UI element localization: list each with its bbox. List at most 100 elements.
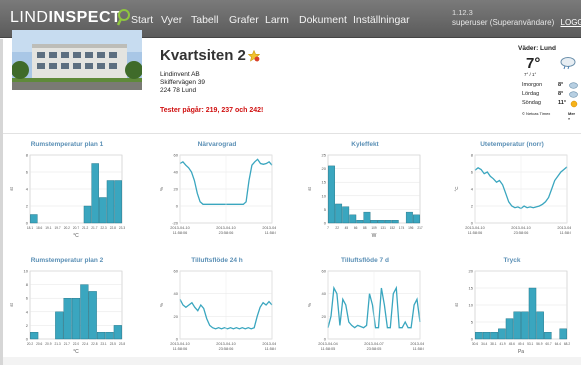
nav-larm[interactable]: Larm [265,14,289,26]
chart-utetemperatur[interactable]: Utetemperatur (norr) 0 2 4 6 8 °C 2013-04-10 11… [453,141,571,241]
y-tick-label: 0 [324,337,327,342]
logo-bold-text: INSPECT [48,9,122,26]
chart-svg: 0 5 10 15 20 25 st 7 22 45 66 88 109 131 152 174 196 217 W [307,153,423,240]
forecast-day: Lördag [522,91,540,97]
x-tick-label: 21.7 [64,342,70,346]
histogram-bar [559,328,567,340]
y-tick-label: 10 [469,303,474,308]
chart-svg: 0 2 4 6 8 10 st 20.2 20.6 20.9 21.3 21.7 22.0 22.4 22.… [9,269,125,356]
x-tick-label: 2013-04-10 [511,226,530,230]
nav-installningar[interactable]: Inställningar [353,14,410,26]
y-tick-label: 60 [174,269,179,274]
y-tick-label: 10 [322,193,327,198]
x-tick-label: 22.8 [110,226,116,230]
histogram-bar [328,165,335,224]
chart-tilluftsflode-24h[interactable]: Tilluftsflöde 24 h 0 20 40 60% 2013-04-10 11:… [158,257,276,357]
y-tick-label: 20 [322,314,327,319]
nav-vyer[interactable]: Vyer [161,14,182,26]
app-logo[interactable]: LINDINSPECT [10,9,121,27]
x-tick-time-label: 23:58:05 [367,347,382,351]
weather-more-link[interactable]: Mer » [568,111,575,121]
y-tick-label: 0 [324,221,327,226]
histogram-bar [71,298,81,340]
forecast-temp: 8° [558,91,564,97]
y-tick-label: 10 [24,269,29,274]
nav-grafer[interactable]: Grafer [229,14,259,26]
test-status-message: Tester pågår: 219, 237 och 242! [160,107,264,114]
chart-svg: 02468°C2013-04-1011:58:062013-04-1023:58… [454,153,571,236]
chart-tilluftsflode-7d[interactable]: Tilluftsflöde 7 d 0 20 40 60% 2013-04-04 11:5… [306,257,424,357]
y-tick-label: 20 [174,187,179,192]
histogram-bar [30,331,39,340]
x-tick-label: 23.3 [119,226,125,230]
y-tick-label: 5 [324,207,327,212]
logout-link[interactable]: LOGGA UT [561,18,581,27]
x-tick-label: 2013-04-11 [262,226,276,230]
forecast-row: Söndag 11° [522,100,578,108]
chart-rumstemperatur-plan-2[interactable]: Rumstemperatur plan 2 0 2 4 6 8 10st 20.2 20.6 2… [8,257,126,357]
y-axis-label: st [454,303,459,307]
x-tick-label: 2013-04-10 [216,226,235,230]
histogram-bar [498,328,506,340]
forecast-temp: 8° [558,82,564,88]
building-photo [12,30,142,90]
y-tick-label: 0 [471,337,474,342]
y-tick-label: 60 [174,153,179,158]
x-tick-label: 131 [381,226,387,230]
y-tick-label: 15 [469,286,474,291]
address-line: Skiffervägen 39 [160,79,206,86]
y-axis-label: st [9,303,14,307]
chart-svg: 0204060%2013-04-1011:58:062013-04-1023:5… [159,269,276,352]
x-tick-label: 56.9 [536,342,542,346]
nav-start[interactable]: Start [131,14,153,26]
histogram-bar [413,214,420,224]
y-tick-label: 20 [322,166,327,171]
x-tick-label: 64.4 [555,342,561,346]
y-tick-label: 40 [322,291,327,296]
section-divider [3,133,581,134]
favorite-star-icon[interactable] [248,50,260,62]
user-info: superuser (Superanvändare) LOGGA UT [452,18,581,27]
weather-min-max: 7° / 1° [524,72,537,77]
x-tick-label: 2013-04-11 [557,226,571,230]
x-tick-label: 45 [345,226,349,230]
app-version: 1.12.3 [452,8,473,17]
x-tick-label: 2013-04-11 [410,342,424,346]
forecast-day: Imorgon [522,82,543,88]
x-tick-label: 19.7 [54,226,60,230]
x-tick-label: 23.5 [110,342,116,346]
histogram-bar [528,287,537,340]
x-tick-label: 22.4 [82,342,88,346]
x-tick-label: 109 [371,226,377,230]
nav-tabell[interactable]: Tabell [191,14,218,26]
y-axis-label: st [9,187,14,191]
x-tick-label: 2013-04-10 [465,226,484,230]
x-tick-label: 20.6 [36,342,42,346]
x-tick-time-label: 23:58:06 [219,347,234,351]
histogram-bar [482,331,491,340]
histogram-bar [113,325,122,340]
nav-dokument[interactable]: Dokument [299,14,347,26]
x-tick-label: 21.2 [82,226,88,230]
chart-narvarograd[interactable]: Närvarograd -20 0 20 40 60% 2013-04-10 11:58:0… [158,141,276,241]
x-tick-label: 20.2 [64,226,70,230]
y-tick-label: 8 [471,153,474,158]
chart-title: Tilluftsflöde 24 h [191,257,243,264]
x-tick-label: 18.1 [27,226,33,230]
chart-title: Tryck [503,257,521,264]
y-tick-label: 8 [26,282,29,287]
histogram-bar [536,311,544,340]
histogram-bar [544,331,552,340]
y-tick-label: 40 [174,170,179,175]
histogram-bar [99,197,107,224]
y-tick-label: 40 [174,291,179,296]
x-tick-label: 2013-04-10 [170,226,189,230]
x-tick-label: 21.7 [91,226,97,230]
x-tick-label: 22.0 [73,342,79,346]
sun-icon [570,100,578,108]
magnifier-logo-icon [117,9,130,26]
chart-kyleffekt[interactable]: Kyleffekt 0 5 10 15 20 25 st 7 22 45 66 88 109 131 152… [306,141,424,241]
chart-rumstemperatur-plan-1[interactable]: Rumstemperatur plan 1 0 2 4 6 8st 18.1 18.6 19.… [8,141,126,241]
chart-tryck[interactable]: Tryck 0 5 10 15 20 st 30.6 34.4 38.1 41.9 45.6 49.4… [453,257,571,357]
histogram-bar [106,180,115,224]
